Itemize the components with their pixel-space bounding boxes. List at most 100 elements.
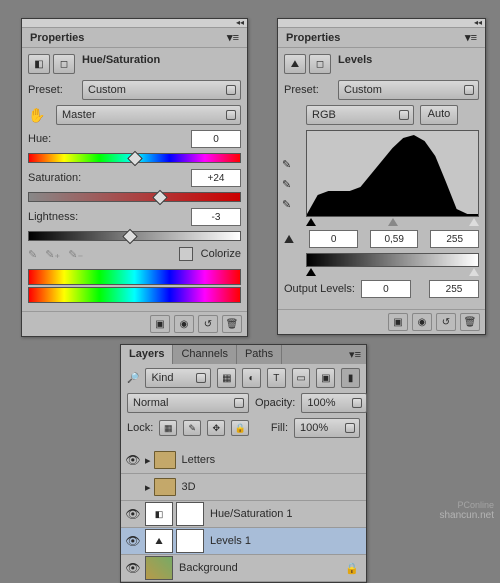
layer-name[interactable]: Levels 1 [210,535,251,547]
lock-label: Lock: [127,422,153,434]
layer-thumb [145,556,173,580]
preset-select[interactable]: Custom [338,80,479,100]
visibility-toggle[interactable]: 👁 [124,451,142,469]
lock-position-icon[interactable]: ✥ [207,420,225,436]
saturation-input[interactable]: +24 [191,169,241,187]
filter-kind-icon[interactable]: 🔎 [127,373,139,384]
channel-select[interactable]: Master [56,105,241,125]
reset-icon[interactable]: ↺ [198,315,218,333]
layer-row-folder[interactable]: ▸ 3D [121,474,366,501]
filter-pixel-icon[interactable]: ▦ [217,368,236,388]
input-black-field[interactable]: 0 [309,230,358,248]
panel-titlebar[interactable]: ◂◂ [278,19,485,28]
colorize-checkbox[interactable] [179,247,193,261]
input-white-field[interactable]: 255 [430,230,479,248]
filter-kind-select[interactable]: Kind [145,368,211,388]
panel-tab-properties[interactable]: Properties ▾≡ [278,28,485,48]
panel-tab-label: Properties [30,32,84,44]
filter-toggle[interactable]: ▮ [341,368,360,388]
lock-pixels-icon[interactable]: ✎ [183,420,201,436]
view-previous-icon[interactable]: ◉ [412,313,432,331]
panel-menu-icon[interactable]: ▾≡ [227,31,239,44]
collapse-left-icon[interactable]: ◂◂ [236,20,244,26]
output-white-handle[interactable] [469,268,479,276]
expand-icon[interactable]: ▸ [145,481,151,494]
gray-point-eyedropper-icon[interactable]: ✎ [282,178,298,192]
layer-mask-thumb[interactable] [176,502,204,526]
layer-name[interactable]: Letters [182,454,216,466]
expand-icon[interactable]: ▸ [145,454,151,467]
mask-icon[interactable]: ◻ [309,54,331,74]
visibility-toggle[interactable] [124,478,142,496]
eyedropper-sub-icon[interactable]: ✎₋ [68,248,83,261]
visibility-toggle[interactable]: 👁 [124,559,142,577]
hue-slider[interactable] [28,153,241,163]
channel-select[interactable]: RGB [306,105,414,125]
tab-layers[interactable]: Layers [121,345,173,364]
black-point-handle[interactable] [306,218,316,226]
saturation-slider[interactable] [28,192,241,202]
black-point-eyedropper-icon[interactable]: ✎ [282,158,298,172]
reset-icon[interactable]: ↺ [436,313,456,331]
output-levels-label: Output Levels: [284,283,355,295]
panel-bottom-bar: ▣ ◉ ↺ 🗑 [278,309,485,334]
auto-button[interactable]: Auto [420,105,458,125]
visibility-toggle[interactable]: 👁 [124,532,142,550]
wb-icon[interactable]: ⛰ [284,232,303,247]
white-point-handle[interactable] [469,218,479,226]
clip-to-layer-icon[interactable]: ▣ [150,315,170,333]
filter-shape-icon[interactable]: ▭ [292,368,311,388]
lock-transparency-icon[interactable]: ▦ [159,420,177,436]
filter-smart-icon[interactable]: ▣ [316,368,335,388]
eyedropper-add-icon[interactable]: ✎₊ [45,248,60,261]
input-gamma-field[interactable]: 0,59 [370,230,419,248]
output-slider-triangles[interactable] [306,268,479,276]
trash-icon[interactable]: 🗑 [222,315,242,333]
layer-name[interactable]: 3D [182,481,196,493]
view-previous-icon[interactable]: ◉ [174,315,194,333]
lock-all-icon[interactable]: 🔒 [231,420,249,436]
fill-select[interactable]: 100% [294,418,360,438]
output-black-field[interactable]: 0 [361,280,411,298]
lock-indicator-icon: 🔒 [345,562,359,575]
layer-row-adjustment[interactable]: 👁 ◧ Hue/Saturation 1 [121,501,366,528]
hue-input[interactable]: 0 [191,130,241,148]
output-white-field[interactable]: 255 [429,280,479,298]
eyedropper-icon[interactable]: ✎ [28,248,37,261]
panel-menu-icon[interactable]: ▾≡ [465,31,477,44]
input-slider-triangles[interactable] [306,218,479,226]
mask-icon[interactable]: ◻ [53,54,75,74]
output-spectrum [28,287,241,303]
trash-icon[interactable]: 🗑 [460,313,480,331]
lightness-input[interactable]: -3 [191,208,241,226]
layer-name[interactable]: Hue/Saturation 1 [210,508,293,520]
hue-saturation-panel: ◂◂ Properties ▾≡ ◧ ◻ Hue/Saturation Pres… [21,18,248,337]
white-point-eyedropper-icon[interactable]: ✎ [282,198,298,212]
opacity-select[interactable]: 100% [301,393,367,413]
filter-adjustment-icon[interactable]: ◐ [242,368,261,388]
blend-mode-select[interactable]: Normal [127,393,249,413]
tab-paths[interactable]: Paths [237,345,282,364]
midtone-handle[interactable] [388,218,398,226]
visibility-toggle[interactable]: 👁 [124,505,142,523]
adjustment-thumb: ⛰ [145,529,173,553]
layers-panel: Layers Channels Paths ▾≡ 🔎 Kind ▦ ◐ T ▭ … [120,344,367,583]
preset-select[interactable]: Custom [82,80,241,100]
panel-tab-properties[interactable]: Properties ▾≡ [22,28,247,48]
tab-channels[interactable]: Channels [173,345,236,364]
lightness-slider[interactable] [28,231,241,241]
layers-tabs: Layers Channels Paths ▾≡ [121,345,366,364]
folder-icon [154,478,176,496]
output-black-handle[interactable] [306,268,316,276]
panel-titlebar[interactable]: ◂◂ [22,19,247,28]
adjustment-title: Hue/Saturation [82,54,160,74]
filter-type-icon[interactable]: T [267,368,286,388]
layer-row-folder[interactable]: 👁 ▸ Letters [121,447,366,474]
layer-mask-thumb[interactable] [176,529,204,553]
layer-name[interactable]: Background [179,562,238,574]
collapse-left-icon[interactable]: ◂◂ [474,20,482,26]
clip-to-layer-icon[interactable]: ▣ [388,313,408,331]
panel-menu-icon[interactable]: ▾≡ [344,345,366,364]
hand-tool-icon[interactable]: ✋ [28,107,50,124]
layer-row-image[interactable]: 👁 Background 🔒 [121,555,366,582]
